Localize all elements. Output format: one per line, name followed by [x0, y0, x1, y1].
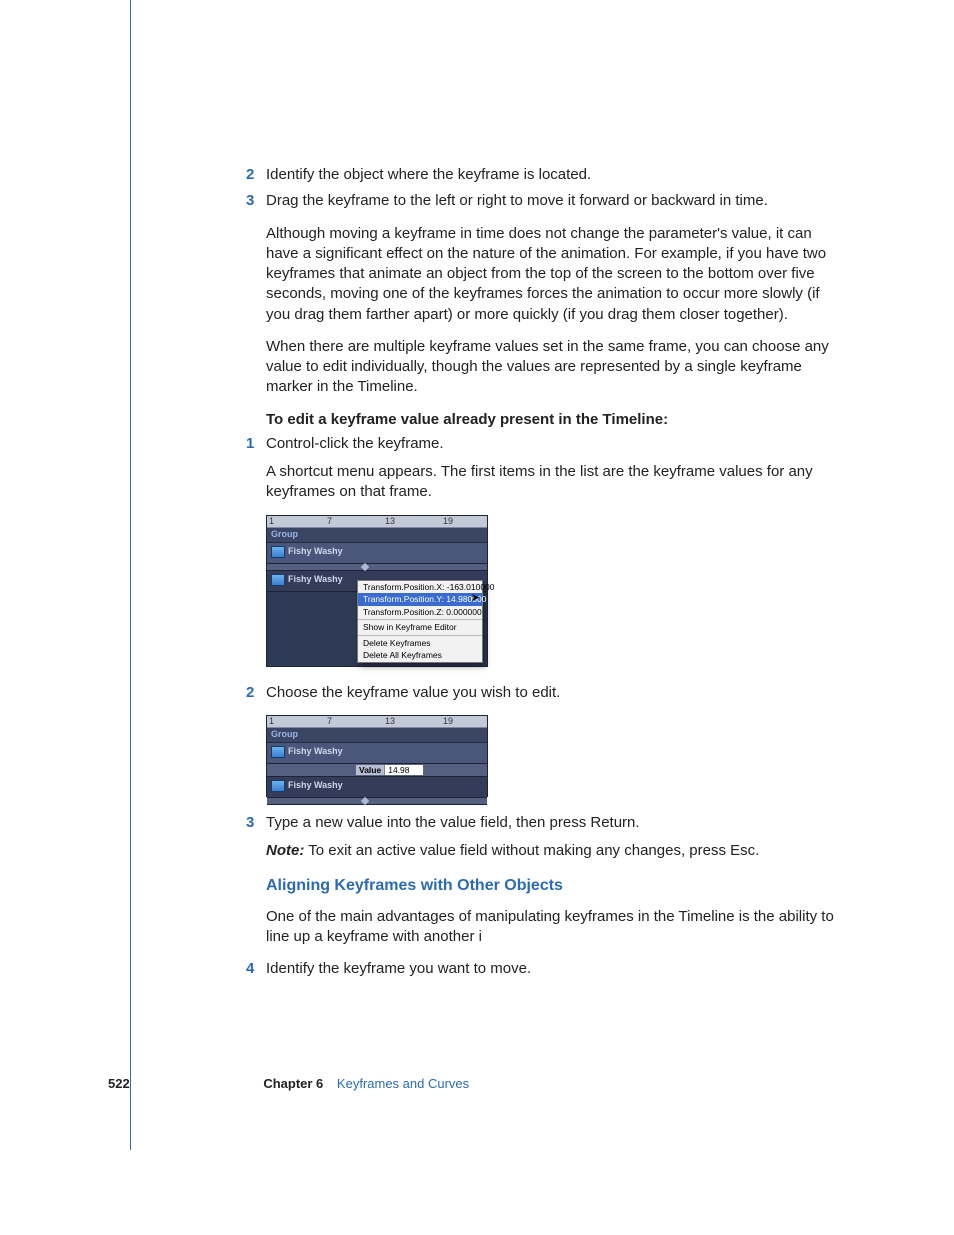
menu-item[interactable]: Transform.Position.Z: 0.000000 [358, 606, 482, 619]
menu-item[interactable]: Show in Keyframe Editor [358, 621, 482, 634]
timeline-ruler: 1 7 13 19 [267, 516, 487, 528]
track-name: Fishy Washy [288, 747, 343, 756]
step-4: 4 Identify the keyframe you want to move… [266, 959, 844, 979]
clip-icon [271, 746, 285, 758]
value-input[interactable]: 14.98 [384, 765, 423, 776]
paragraph: Although moving a keyframe in time does … [266, 224, 844, 325]
step-text: Identify the object where the keyframe i… [266, 166, 591, 183]
track-label: Fishy Washy [271, 574, 343, 586]
track-name: Fishy Washy [288, 781, 343, 790]
clip-icon [271, 574, 285, 586]
page-body: 2 Identify the object where the keyframe… [0, 0, 954, 980]
step-number: 1 [246, 434, 254, 454]
procedure-heading: To edit a keyframe value already present… [266, 410, 844, 430]
step-text: Drag the keyframe to the left or right t… [266, 192, 768, 209]
edit-step-3: 3 Type a new value into the value field,… [266, 813, 844, 833]
ruler-tick-label: 7 [327, 717, 332, 726]
kf-bar [267, 564, 487, 571]
ruler-tick-label: 1 [269, 717, 274, 726]
menu-item-selected[interactable]: Transform.Position.Y: 14.980000 [358, 593, 482, 606]
value-editor: Value 14.98 [355, 764, 424, 777]
step-number: 4 [246, 959, 254, 979]
note-paragraph: Note: To exit an active value field with… [266, 841, 844, 861]
edit-step-2: 2 Choose the keyframe value you wish to … [266, 683, 844, 703]
keyframe-marker-icon[interactable] [361, 562, 369, 570]
timeline-screenshot-1: 1 7 13 19 Group Fishy Washy Fishy [266, 515, 488, 667]
note-label: Note: [266, 842, 304, 859]
page-footer: 522 Chapter 6 Keyframes and Curves [108, 1075, 844, 1093]
keyframe-marker-icon[interactable] [361, 797, 369, 805]
kf-bar: Value 14.98 [267, 764, 487, 777]
group-row: Group [267, 728, 487, 743]
group-label: Group [271, 729, 298, 739]
chapter-title: Keyframes and Curves [337, 1076, 469, 1091]
paragraph: A shortcut menu appears. The first items… [266, 462, 844, 503]
menu-item[interactable]: Delete Keyframes [358, 637, 482, 650]
menu-item[interactable]: Transform.Position.X: -163.010000 [358, 581, 482, 594]
page-number: 522 [108, 1076, 130, 1091]
step-text: Control-click the keyframe. [266, 435, 444, 452]
step-number: 2 [246, 165, 254, 185]
menu-separator [358, 635, 482, 636]
track-label: Fishy Washy [271, 746, 343, 758]
clip-icon [271, 780, 285, 792]
ruler-tick-label: 7 [327, 517, 332, 526]
step-number: 3 [246, 813, 254, 833]
edit-step-1: 1 Control-click the keyframe. [266, 434, 844, 454]
context-menu: Transform.Position.X: -163.010000 Transf… [357, 580, 483, 663]
paragraph: When there are multiple keyframe values … [266, 337, 844, 398]
track-label: Fishy Washy [271, 546, 343, 558]
value-label: Value [356, 765, 384, 776]
cursor-icon: ➤ [471, 593, 480, 604]
ruler-tick-label: 13 [385, 517, 395, 526]
step-number: 2 [246, 683, 254, 703]
group-row: Group [267, 528, 487, 543]
menu-item[interactable]: Delete All Keyframes [358, 649, 482, 662]
track-row[interactable]: Fishy Washy [267, 743, 487, 764]
track-label: Fishy Washy [271, 780, 343, 792]
menu-separator [358, 619, 482, 620]
section-heading: Aligning Keyframes with Other Objects [266, 875, 844, 897]
paragraph: One of the main advantages of manipulati… [266, 907, 844, 948]
note-body: To exit an active value field without ma… [304, 842, 759, 859]
chapter-label: Chapter 6 [263, 1076, 323, 1091]
step-2: 2 Identify the object where the keyframe… [266, 165, 844, 185]
timeline-screenshot-2: 1 7 13 19 Group Fishy Washy Value 14.98 [266, 715, 488, 797]
step-text: Type a new value into the value field, t… [266, 814, 640, 831]
track-row[interactable]: Fishy Washy [267, 777, 487, 798]
timeline-ruler: 1 7 13 19 [267, 716, 487, 728]
kf-bar [267, 798, 487, 805]
track-name: Fishy Washy [288, 575, 343, 584]
ruler-tick-label: 1 [269, 517, 274, 526]
step-3: 3 Drag the keyframe to the left or right… [266, 191, 844, 211]
ruler-tick-label: 19 [443, 717, 453, 726]
track-row[interactable]: Fishy Washy [267, 543, 487, 564]
track-name: Fishy Washy [288, 547, 343, 556]
step-text: Choose the keyframe value you wish to ed… [266, 684, 560, 701]
group-label: Group [271, 529, 298, 539]
clip-icon [271, 546, 285, 558]
ruler-tick-label: 13 [385, 717, 395, 726]
step-number: 3 [246, 191, 254, 211]
step-text: Identify the keyframe you want to move. [266, 960, 531, 977]
ruler-tick-label: 19 [443, 517, 453, 526]
